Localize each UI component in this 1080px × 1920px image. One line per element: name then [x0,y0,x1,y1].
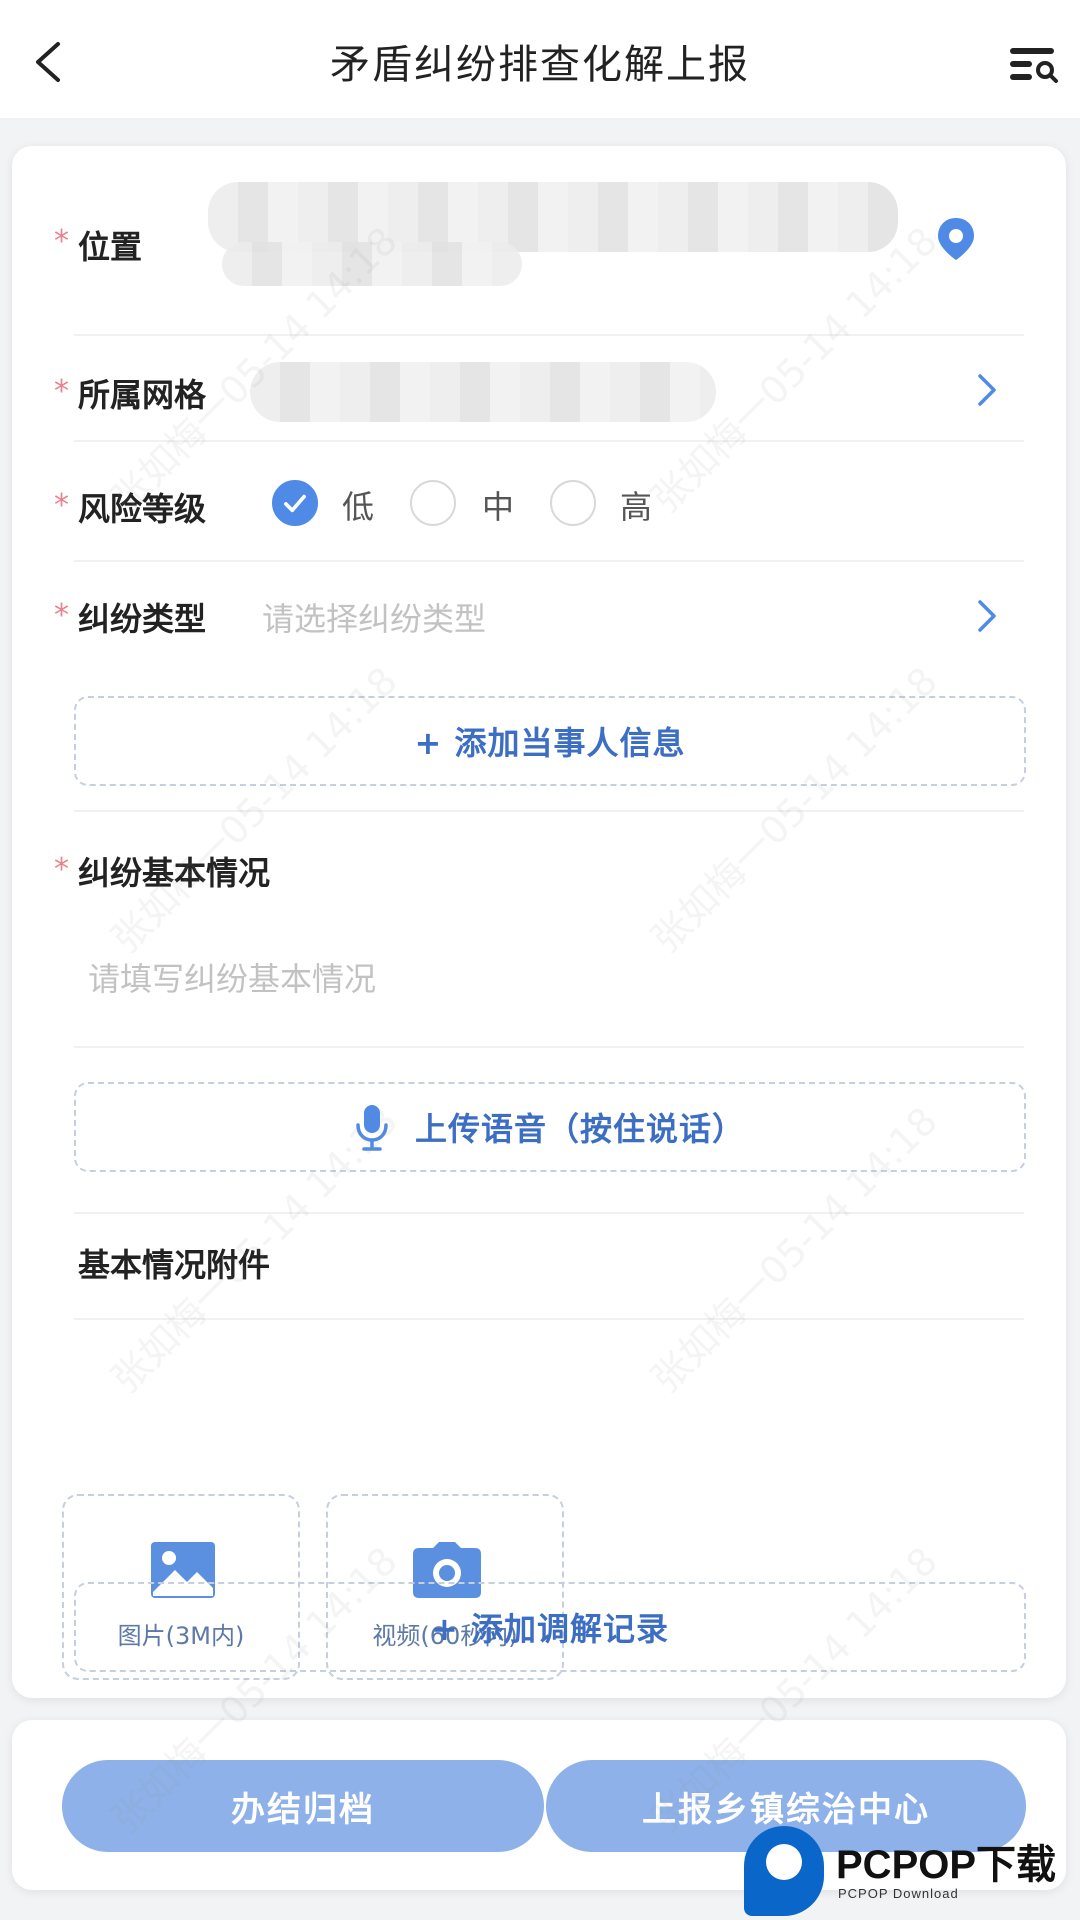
risk-option-label: 中 [482,488,515,526]
list-search-icon[interactable] [1008,44,1060,84]
voice-upload-button[interactable]: 上传语音（按住说话） [74,1082,1026,1172]
grid-label: 所属网格 [78,376,207,414]
basic-situation-label: 纠纷基本情况 [78,854,271,892]
required-mark: * [54,598,69,633]
close-archive-button[interactable]: 办结归档 [62,1760,544,1852]
chevron-right-icon[interactable] [972,596,1002,636]
pcpop-brand-logo: PCPOP下载 PCPOP Download [744,1826,1074,1920]
chevron-right-icon[interactable] [972,370,1002,410]
location-label: 位置 [78,228,143,266]
basic-situation-input[interactable]: 请填写纠纷基本情况 [88,954,376,1000]
dispute-type-label: 纠纷类型 [78,600,207,638]
brand-subtitle: PCPOP Download [838,1886,959,1901]
risk-level-label: 风险等级 [78,490,207,528]
radio-circle[interactable] [550,480,596,526]
dispute-type-placeholder[interactable]: 请选择纠纷类型 [262,594,486,640]
required-mark: * [54,224,69,259]
divider [74,1046,1024,1048]
divider [74,440,1024,442]
required-mark: * [54,374,69,409]
add-mediation-record-button[interactable]: + 添加调解记录 [74,1582,1026,1672]
divider [74,334,1024,336]
divider [74,810,1024,812]
report-form-card: * 位置 * 所属网格 * 风险等级 低 中 高 * 纠纷类型 请选择纠纷类型 [12,146,1066,1698]
required-mark: * [54,488,69,523]
risk-option-label: 低 [342,488,375,526]
map-pin-icon[interactable] [936,216,976,262]
brand-name: PCPOP下载 [836,1843,1057,1887]
divider [74,1212,1024,1214]
radio-circle[interactable] [410,480,456,526]
grid-value-redacted[interactable] [250,362,716,422]
checked-circle-icon[interactable] [272,480,318,526]
location-value-redacted [222,242,522,286]
app-header: 矛盾纠纷排查化解上报 [0,0,1080,118]
microphone-icon [356,1105,388,1151]
page-title: 矛盾纠纷排查化解上报 [330,42,750,88]
divider [74,560,1024,562]
add-party-button[interactable]: + 添加当事人信息 [74,696,1026,786]
divider [74,1318,1024,1320]
required-mark: * [54,852,69,887]
voice-upload-label: 上传语音（按住说话） [414,1110,745,1148]
risk-option-label: 高 [620,488,653,526]
pcpop-logo-icon [744,1826,824,1916]
attachments-label: 基本情况附件 [78,1246,271,1284]
